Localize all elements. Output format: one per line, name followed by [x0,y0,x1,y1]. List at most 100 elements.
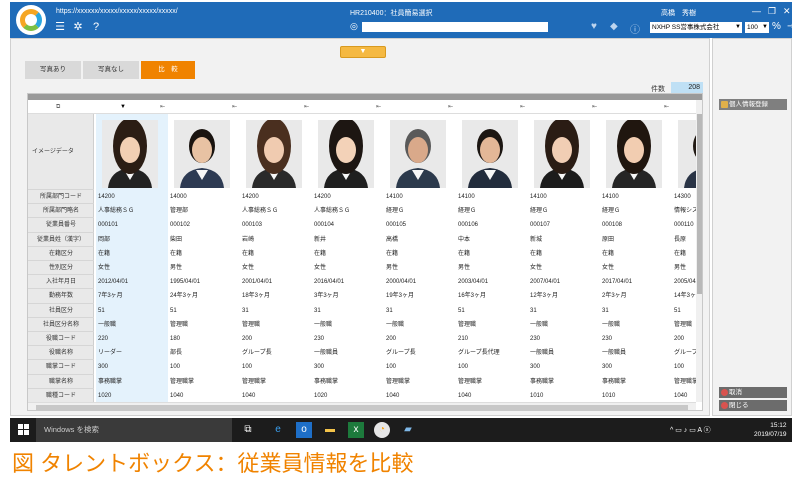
employee-column[interactable]: 14200 人事総務ＳＧ 000104 新井 在籍 女性 2016/04/01 3年3ヶ月 31… [312,114,384,402]
close-icon [721,402,728,409]
row-label: 所属部門略名 [28,204,94,219]
employee-cell: 事務職掌 [602,378,627,385]
logout-icon[interactable]: ⇥ [787,21,795,32]
employee-column[interactable]: 14000 管理部 000102 柴田 在籍 男性 1995/04/01 24年3ヶ月 51 管理… [168,114,240,402]
horizontal-scrollbar[interactable] [28,402,696,410]
cancel-label: 取消 [729,389,742,396]
help-icon[interactable]: ? [90,21,102,33]
gear-icon[interactable]: ✲ [72,21,84,33]
row-label: 性別区分 [28,261,94,276]
employee-cell: 岡部 [98,236,111,243]
excel-icon[interactable]: x [348,422,364,438]
employee-cell: 人事総務ＳＧ [242,208,279,215]
horizontal-scroll-thumb[interactable] [36,405,688,410]
vertical-scrollbar[interactable] [696,100,702,402]
restore-icon[interactable]: ❐ [768,6,776,17]
employee-cell: 2000/04/01 [386,279,417,286]
sort-desc-icon[interactable]: ▼ [120,100,126,114]
employee-cell: 1010 [530,392,544,399]
column-arrow-icon[interactable]: ⇤ [520,100,525,114]
outlook-icon[interactable]: o [296,422,312,438]
employee-cell: 一般職 [314,321,333,328]
employee-cell: 女性 [314,265,327,271]
heart-icon[interactable]: ♥ [591,21,597,32]
employee-cell: 岩崎 [242,236,255,243]
employee-column[interactable]: 14200 人事総務ＳＧ 000101 岡部 在籍 女性 2012/04/01 7年3ヶ月 51… [96,114,168,402]
close-window-icon[interactable]: ✕ [783,6,791,17]
tab-without-photo[interactable]: 写真なし [83,61,139,79]
employee-cell: グループ長 [242,350,272,357]
column-arrow-icon[interactable]: ⇤ [160,100,165,114]
employee-cell: 1040 [242,392,256,399]
taskbar-search[interactable]: Windows を検索 [36,418,232,442]
employee-cell: 経理Ｇ [602,208,621,215]
info-icon[interactable]: ⓘ [630,21,640,36]
company-select[interactable]: NXHP SS営事株式会社 ▼ [650,22,742,33]
windows-start-icon[interactable] [18,424,30,436]
employee-cell: 000101 [98,222,119,229]
menu-icon[interactable]: ☰ [54,21,66,33]
close-button[interactable]: 閉じる [719,400,787,411]
tab-with-photo[interactable]: 写真あり [25,61,81,79]
zoom-select[interactable]: 100 ▼ [745,22,769,33]
notes-icon[interactable]: ▰ [400,422,416,438]
taskbar-clock[interactable]: 15:12 2019/07/19 [754,421,787,439]
employee-column[interactable]: 14100 経理Ｇ 000107 新城 在籍 女性 2007/04/01 12年3ヶ月 31 一般… [528,114,600,402]
employee-column[interactable]: 14100 経理Ｇ 000108 原田 在籍 女性 2017/04/01 2年3ヶ月 31 一般職… [600,114,672,402]
employee-cell: 19年3ヶ月 [386,293,415,300]
employee-cell: 24年3ヶ月 [170,293,199,300]
employee-cell: 000105 [386,222,407,229]
employee-cell: 一般職 [530,321,549,328]
employee-cell: 経理Ｇ [386,208,405,215]
folder-icon[interactable]: ▬ [322,422,338,438]
row-label: 勤務年数 [28,289,94,304]
employee-cell: 14100 [602,194,619,200]
column-arrow-icon[interactable]: ⇤ [232,100,237,114]
employee-cell: 男性 [170,265,183,271]
employee-column[interactable]: 14200 人事総務ＳＧ 000103 岩崎 在籍 女性 2001/04/01 18年3ヶ月 3… [240,114,312,402]
employee-cell: 16年3ヶ月 [458,293,487,300]
task-view-icon[interactable]: ⧉ [240,422,256,438]
employee-cell: 1040 [458,392,472,399]
windows-taskbar: Windows を検索 ⧉ e o ▬ x ◔ ▰ ^ ▭ ♪ ▭ A ⓧ 15… [10,418,792,442]
chevron-down-icon: ▼ [762,24,768,30]
edge-icon[interactable]: e [270,422,286,438]
tab-compare[interactable]: 比 較 [141,61,195,79]
employee-cell: 管理職掌 [170,378,195,385]
employee-photo [174,120,230,188]
personal-info-register-button[interactable]: 個人情報登録 [719,99,787,110]
main-panel: ▼ 写真あり 写真なし 比 較 件数 208 ⧉ ▼ ⇤ ⇤ ⇤ ⇤ ⇤ ⇤ ⇤… [10,38,710,416]
cancel-button[interactable]: 取消 [719,387,787,398]
search-input[interactable] [362,22,548,32]
column-arrow-icon[interactable]: ⇤ [448,100,453,114]
employee-cell: 18年3ヶ月 [242,293,271,300]
taskbar-date: 2019/07/19 [754,431,787,438]
app-logo[interactable] [16,5,46,35]
employee-cell: 新城 [530,236,543,243]
employee-cell: 1040 [386,392,400,399]
employee-cell: 000103 [242,222,263,229]
system-tray-icons[interactable]: ^ ▭ ♪ ▭ A ⓧ [670,425,711,435]
column-arrow-icon[interactable]: ⇤ [304,100,309,114]
column-arrow-icon[interactable]: ⇤ [664,100,669,114]
column-arrow-icon[interactable]: ⇤ [376,100,381,114]
talentbox-app-icon[interactable]: ◔ [374,422,390,438]
employee-cell: 中本 [458,236,471,243]
row-label: 所属部門コード [28,190,94,205]
user-name: 高橋 秀樹 [661,10,696,17]
column-arrow-icon[interactable]: ⇤ [592,100,597,114]
row-label: 役職コード [28,332,94,347]
tag-icon[interactable]: ◆ [610,21,618,32]
percent-icon[interactable]: % [772,21,781,32]
copy-icon[interactable]: ⧉ [56,100,60,114]
employee-photo [318,120,374,188]
employee-cell: 事務職掌 [98,378,123,385]
employee-cell: 14200 [314,194,331,200]
employee-cell: 経理Ｇ [458,208,477,215]
vertical-scroll-thumb[interactable] [697,114,702,294]
minimize-icon[interactable]: — [752,6,761,16]
collapse-button[interactable]: ▼ [340,46,386,58]
employee-column[interactable]: 14100 経理Ｇ 000105 高橋 在籍 男性 2000/04/01 19年3ヶ月 31 一般… [384,114,456,402]
employee-column[interactable]: 14100 経理Ｇ 000106 中本 在籍 男性 2003/04/01 16年3ヶ月 51 管理… [456,114,528,402]
binoculars-icon[interactable]: ◎ [350,21,358,32]
